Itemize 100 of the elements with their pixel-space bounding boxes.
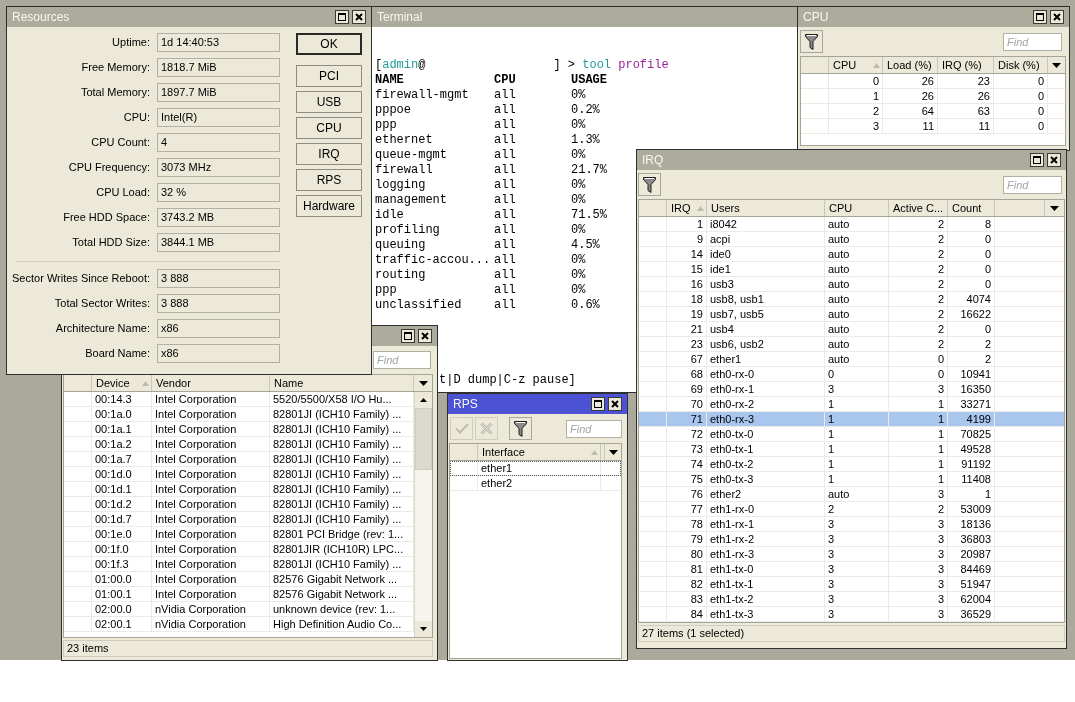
table-row[interactable]: 67 ether1 auto 0 2 xyxy=(639,352,1064,367)
table-row[interactable]: 00:1f.0 Intel Corporation 82801JIR (ICH10R) LPC... xyxy=(64,542,414,557)
column-header[interactable]: Active C... xyxy=(889,200,948,216)
table-cell: 3 xyxy=(889,517,948,532)
table-row[interactable]: 78 eth1-rx-1 3 3 18136 xyxy=(639,517,1064,532)
table-cell: 72 xyxy=(667,427,707,442)
table-row[interactable]: 16 usb3 auto 2 0 xyxy=(639,277,1064,292)
table-row[interactable]: 01:00.1 Intel Corporation 82576 Gigabit Network ... xyxy=(64,587,414,602)
close-button[interactable] xyxy=(418,329,432,343)
maximize-button[interactable] xyxy=(335,10,349,24)
table-row[interactable]: 81 eth1-tx-0 3 3 84469 xyxy=(639,562,1064,577)
table-cell: eth1-tx-0 xyxy=(707,562,825,577)
table-row[interactable]: 75 eth0-tx-3 1 1 11408 xyxy=(639,472,1064,487)
table-row[interactable]: ether1 xyxy=(450,461,621,476)
table-row[interactable]: 19 usb7, usb5 auto 2 16622 xyxy=(639,307,1064,322)
terminal-text: ppp xyxy=(375,118,398,133)
table-row[interactable]: 77 eth1-rx-0 2 2 53009 xyxy=(639,502,1064,517)
table-cell: 73 xyxy=(667,442,707,457)
table-row[interactable]: 3 11 11 0 xyxy=(801,119,1065,134)
table-row[interactable]: 00:1d.2 Intel Corporation 82801JI (ICH10 Family) ... xyxy=(64,497,414,512)
action-button[interactable]: CPU xyxy=(296,117,362,139)
table-row[interactable]: 00:14.3 Intel Corporation 5520/5500/X58 I/O Hu... xyxy=(64,392,414,407)
table-row[interactable]: 23 usb6, usb2 auto 2 2 xyxy=(639,337,1064,352)
column-header[interactable]: CPU xyxy=(829,57,883,73)
action-button[interactable]: IRQ xyxy=(296,143,362,165)
table-cell: unknown device (rev: 1... xyxy=(270,602,414,617)
table-cell: 81 xyxy=(667,562,707,577)
scroll-down-button[interactable] xyxy=(415,621,432,637)
table-cell: 2 xyxy=(889,232,948,247)
maximize-button[interactable] xyxy=(1030,153,1044,167)
table-row[interactable]: 68 eth0-rx-0 0 0 10941 xyxy=(639,367,1064,382)
column-header[interactable]: CPU xyxy=(825,200,889,216)
column-header[interactable]: Interface xyxy=(478,444,601,460)
table-row[interactable]: 79 eth1-rx-2 3 3 36803 xyxy=(639,532,1064,547)
filter-button[interactable] xyxy=(800,30,823,53)
close-button[interactable] xyxy=(1047,153,1061,167)
table-row[interactable]: 83 eth1-tx-2 3 3 62004 xyxy=(639,592,1064,607)
table-cell: 82801JI (ICH10 Family) ... xyxy=(270,482,414,497)
column-header[interactable]: IRQ (%) xyxy=(938,57,994,73)
table-row[interactable]: 00:1d.0 Intel Corporation 82801JI (ICH10 Family) ... xyxy=(64,467,414,482)
scroll-thumb[interactable] xyxy=(415,408,432,470)
action-button[interactable]: Hardware xyxy=(296,195,362,217)
table-row[interactable]: 00:1e.0 Intel Corporation 82801 PCI Bridge (rev: 1... xyxy=(64,527,414,542)
column-header[interactable]: Load (%) xyxy=(883,57,938,73)
filter-button[interactable] xyxy=(509,417,532,440)
table-cell: 82801 PCI Bridge (rev: 1... xyxy=(270,527,414,542)
table-row[interactable]: 1 i8042 auto 2 8 xyxy=(639,217,1064,232)
table-row[interactable]: 00:1a.0 Intel Corporation 82801JI (ICH10 Family) ... xyxy=(64,407,414,422)
maximize-button[interactable] xyxy=(591,397,605,411)
table-row[interactable]: 72 eth0-tx-0 1 1 70825 xyxy=(639,427,1064,442)
table-row[interactable]: 14 ide0 auto 2 0 xyxy=(639,247,1064,262)
table-row[interactable]: 82 eth1-tx-1 3 3 51947 xyxy=(639,577,1064,592)
table-row[interactable]: 00:1a.2 Intel Corporation 82801JI (ICH10 Family) ... xyxy=(64,437,414,452)
find-field[interactable]: Find xyxy=(1003,175,1062,194)
close-button[interactable] xyxy=(352,10,366,24)
table-row[interactable]: 84 eth1-tx-3 3 3 36529 xyxy=(639,607,1064,622)
value-field: 1d 14:40:53 xyxy=(157,33,280,52)
table-cell: 2 xyxy=(948,337,995,352)
table-row[interactable]: 02:00.0 nVidia Corporation unknown device (rev: 1... xyxy=(64,602,414,617)
close-button[interactable] xyxy=(608,397,622,411)
maximize-button[interactable] xyxy=(401,329,415,343)
table-row[interactable]: 74 eth0-tx-2 1 1 91192 xyxy=(639,457,1064,472)
scrollbar[interactable] xyxy=(414,392,432,637)
table-row[interactable]: 9 acpi auto 2 0 xyxy=(639,232,1064,247)
table-row[interactable]: 01:00.0 Intel Corporation 82576 Gigabit Network ... xyxy=(64,572,414,587)
scroll-up-button[interactable] xyxy=(415,392,432,408)
table-row[interactable]: 00:1a.1 Intel Corporation 82801JI (ICH10 Family) ... xyxy=(64,422,414,437)
find-field[interactable]: Find xyxy=(1003,32,1062,51)
find-field[interactable]: Find xyxy=(566,419,622,438)
table-row[interactable]: 21 usb4 auto 2 0 xyxy=(639,322,1064,337)
action-button[interactable]: OK xyxy=(296,33,362,55)
column-header[interactable]: Users xyxy=(707,200,825,216)
table-row[interactable]: 80 eth1-rx-3 3 3 20987 xyxy=(639,547,1064,562)
table-row[interactable]: 02:00.1 nVidia Corporation High Definition Audio Co... xyxy=(64,617,414,632)
column-header[interactable]: IRQ xyxy=(667,200,707,216)
action-button[interactable]: PCI xyxy=(296,65,362,87)
action-button[interactable]: RPS xyxy=(296,169,362,191)
table-row[interactable]: 18 usb8, usb1 auto 2 4074 xyxy=(639,292,1064,307)
table-row[interactable]: 0 26 23 0 xyxy=(801,74,1065,89)
table-row[interactable]: 00:1f.3 Intel Corporation 82801JI (ICH10 Family) ... xyxy=(64,557,414,572)
maximize-button[interactable] xyxy=(1033,10,1047,24)
find-field[interactable]: Find xyxy=(373,351,431,369)
table-row[interactable]: 15 ide1 auto 2 0 xyxy=(639,262,1064,277)
action-button[interactable]: USB xyxy=(296,91,362,113)
table-row[interactable]: 76 ether2 auto 3 1 xyxy=(639,487,1064,502)
table-row[interactable]: 69 eth0-rx-1 3 3 16350 xyxy=(639,382,1064,397)
column-header[interactable]: Count xyxy=(948,200,995,216)
table-row[interactable]: 73 eth0-tx-1 1 1 49528 xyxy=(639,442,1064,457)
table-row[interactable]: 00:1d.1 Intel Corporation 82801JI (ICH10 Family) ... xyxy=(64,482,414,497)
table-cell: 02:00.1 xyxy=(92,617,152,632)
column-header[interactable]: Disk (%) xyxy=(994,57,1048,73)
table-cell: ether2 xyxy=(478,476,601,491)
filter-button[interactable] xyxy=(638,173,661,196)
table-row[interactable]: 00:1a.7 Intel Corporation 82801JI (ICH10 Family) ... xyxy=(64,452,414,467)
table-row[interactable]: 2 64 63 0 xyxy=(801,104,1065,119)
table-row[interactable]: ether2 xyxy=(450,476,621,491)
close-button[interactable] xyxy=(1050,10,1064,24)
table-row[interactable]: 1 26 26 0 xyxy=(801,89,1065,104)
table-row[interactable]: 00:1d.7 Intel Corporation 82801JI (ICH10 Family) ... xyxy=(64,512,414,527)
table-row[interactable]: 71 eth0-rx-3 1 1 4199 xyxy=(639,412,1064,427)
